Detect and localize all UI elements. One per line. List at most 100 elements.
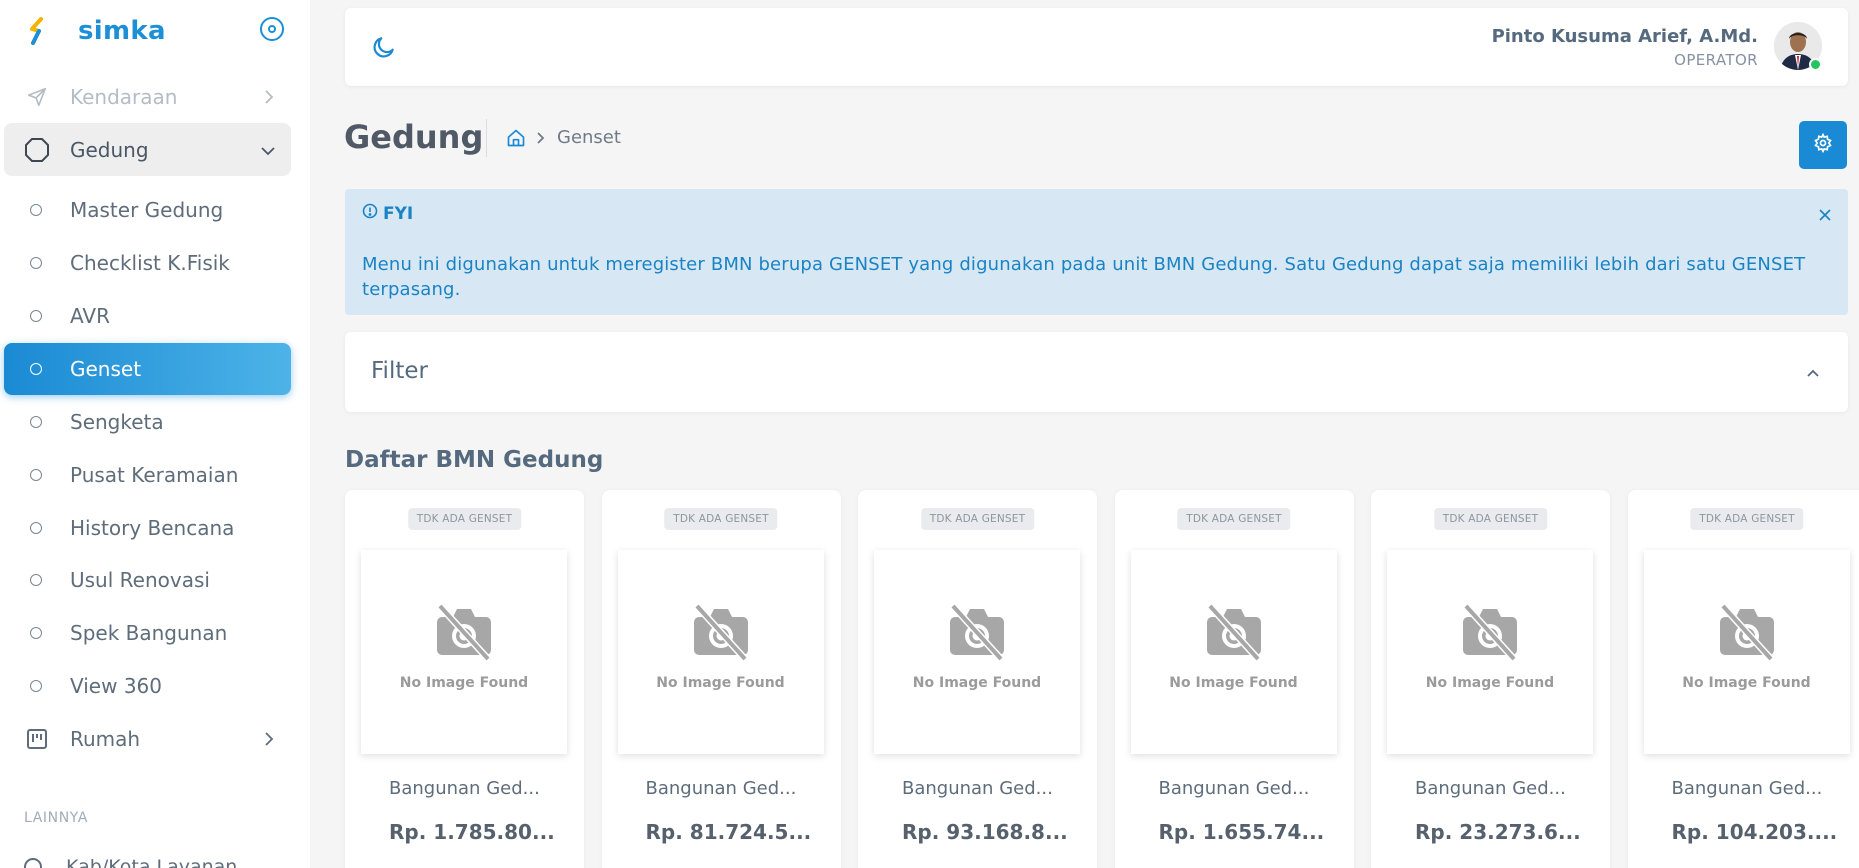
sidebar-item-label: Kendaraan: [70, 85, 178, 109]
image-placeholder: No Image Found: [1130, 550, 1337, 754]
image-placeholder: No Image Found: [361, 550, 567, 754]
user-role: OPERATOR: [1674, 51, 1758, 69]
no-image-text: No Image Found: [1425, 675, 1555, 691]
sidebar-item-rumah[interactable]: Rumah: [4, 714, 291, 764]
title-divider: [486, 119, 487, 157]
top-navbar: Pinto Kusuma Arief, A.Md. OPERATOR: [345, 8, 1848, 86]
sidebar-subitem-sengketa[interactable]: Sengketa: [4, 396, 291, 448]
card-price: Rp. 81.724.5...: [645, 820, 812, 844]
sidebar-toggle-icon[interactable]: [260, 17, 284, 41]
building-card[interactable]: TDK ADA GENSET No Image Found Bangunan G…: [1371, 490, 1610, 868]
no-image-camera-icon: [434, 603, 494, 665]
sidebar-subitem-label: Master Gedung: [70, 198, 224, 222]
sidebar-subitem-label: Sengketa: [70, 410, 164, 434]
no-image-camera-icon: [691, 603, 751, 665]
sidebar-item-label: Rumah: [70, 727, 141, 751]
circle-icon: [30, 204, 42, 216]
sidebar-section-header: LAINNYA: [24, 810, 89, 826]
sidebar-subitem-label: AVR: [70, 304, 110, 328]
no-image-camera-icon: [947, 603, 1007, 665]
image-placeholder: No Image Found: [874, 550, 1080, 754]
circle-icon: [30, 522, 42, 534]
no-image-camera-icon: [1717, 603, 1777, 665]
brand[interactable]: simka: [0, 0, 310, 62]
sidebar-subitem-avr[interactable]: AVR: [4, 290, 291, 342]
sidebar-subitem-spek-bangunan[interactable]: Spek Bangunan: [4, 607, 291, 659]
no-image-camera-icon: [1460, 603, 1520, 665]
home-icon[interactable]: [506, 128, 526, 152]
circle-icon: [30, 627, 42, 639]
sidebar-subitem-pusat-keramaian[interactable]: Pusat Keramaian: [4, 449, 291, 501]
sidebar-subitem-label: Usul Renovasi: [70, 568, 210, 592]
circle-icon: [30, 469, 42, 481]
sidebar-subitem-label: History Bencana: [70, 516, 235, 540]
chevron-right-icon: [261, 729, 277, 753]
status-badge: TDK ADA GENSET: [1177, 508, 1291, 530]
close-icon[interactable]: [1818, 203, 1832, 228]
board-icon: [22, 728, 52, 750]
sidebar-item-kendaraan[interactable]: Kendaraan: [4, 72, 291, 122]
no-image-text: No Image Found: [656, 675, 785, 691]
octagon-icon: [22, 137, 52, 163]
brand-name: simka: [78, 16, 166, 46]
building-card[interactable]: TDK ADA GENSET No Image Found Bangunan G…: [1627, 490, 1859, 868]
gear-icon: [1813, 132, 1833, 157]
circle-icon: [30, 310, 42, 322]
no-image-text: No Image Found: [399, 675, 529, 691]
status-badge: TDK ADA GENSET: [920, 508, 1035, 530]
sidebar-subitem-checklist-kfisik[interactable]: Checklist K.Fisik: [4, 237, 291, 289]
sidebar-subitem-label: Checklist K.Fisik: [70, 251, 230, 275]
list-title: Daftar BMN Gedung: [345, 447, 604, 473]
card-name: Bangunan Ged...: [1158, 778, 1310, 799]
circle-icon: [30, 257, 42, 269]
card-name: Bangunan Ged...: [902, 778, 1053, 799]
sidebar-subitem-usul-renovasi[interactable]: Usul Renovasi: [4, 554, 291, 606]
sidebar-item-kabkota-layanan[interactable]: Kab/Kota Layanan: [24, 856, 237, 868]
filter-card[interactable]: Filter: [345, 332, 1848, 412]
card-price: Rp. 104.203....: [1671, 820, 1838, 844]
card-price: Rp. 93.168.8...: [902, 820, 1068, 844]
card-name: Bangunan Ged...: [1415, 778, 1566, 799]
sidebar: simka Kendaraan Gedung Master Gedung Che…: [0, 0, 310, 868]
status-badge: TDK ADA GENSET: [1690, 508, 1804, 530]
sidebar-item-gedung[interactable]: Gedung: [4, 123, 291, 176]
simka-logo-icon: [26, 15, 48, 47]
card-price: Rp. 1.655.74...: [1158, 820, 1325, 844]
building-card[interactable]: TDK ADA GENSET No Image Found Bangunan G…: [858, 490, 1097, 868]
no-image-text: No Image Found: [1169, 675, 1298, 691]
dark-mode-toggle-icon[interactable]: [371, 34, 397, 64]
card-name: Bangunan Ged...: [1671, 778, 1823, 799]
sidebar-subitem-history-bencana[interactable]: History Bencana: [4, 502, 291, 554]
no-image-camera-icon: [1204, 603, 1264, 665]
chevron-up-icon[interactable]: [1806, 364, 1820, 383]
fyi-alert: FYI Menu ini digunakan untuk meregister …: [345, 189, 1848, 315]
status-badge: TDK ADA GENSET: [1433, 508, 1548, 530]
card-name: Bangunan Ged...: [389, 778, 540, 799]
sidebar-subitem-label: Spek Bangunan: [70, 621, 228, 645]
alert-title: FYI: [383, 203, 414, 224]
sidebar-subitem-master-gedung[interactable]: Master Gedung: [4, 184, 291, 236]
sidebar-subitem-view-360[interactable]: View 360: [4, 660, 291, 712]
settings-button[interactable]: [1799, 121, 1847, 169]
sidebar-subitem-genset[interactable]: Genset: [4, 343, 291, 395]
building-card[interactable]: TDK ADA GENSET No Image Found Bangunan G…: [1114, 490, 1354, 868]
online-status-dot: [1809, 58, 1822, 71]
building-card[interactable]: TDK ADA GENSET No Image Found Bangunan G…: [345, 490, 584, 868]
circle-icon: [30, 416, 42, 428]
send-icon: [22, 86, 52, 108]
sidebar-subitem-label: Genset: [70, 357, 142, 381]
info-icon: [362, 203, 378, 224]
status-badge: TDK ADA GENSET: [407, 508, 522, 530]
building-card[interactable]: TDK ADA GENSET No Image Found Bangunan G…: [601, 490, 841, 868]
breadcrumb-current: Genset: [557, 127, 621, 148]
target-icon: [24, 858, 42, 868]
page-title: Gedung: [344, 118, 484, 156]
chevron-right-icon: [534, 130, 548, 150]
user-name: Pinto Kusuma Arief, A.Md.: [1491, 26, 1758, 47]
status-badge: TDK ADA GENSET: [664, 508, 778, 530]
circle-icon: [30, 574, 42, 586]
card-name: Bangunan Ged...: [645, 778, 797, 799]
sidebar-item-label: Kab/Kota Layanan: [66, 856, 238, 868]
sidebar-item-label: Gedung: [70, 137, 149, 162]
alert-heading: FYI: [362, 203, 413, 224]
